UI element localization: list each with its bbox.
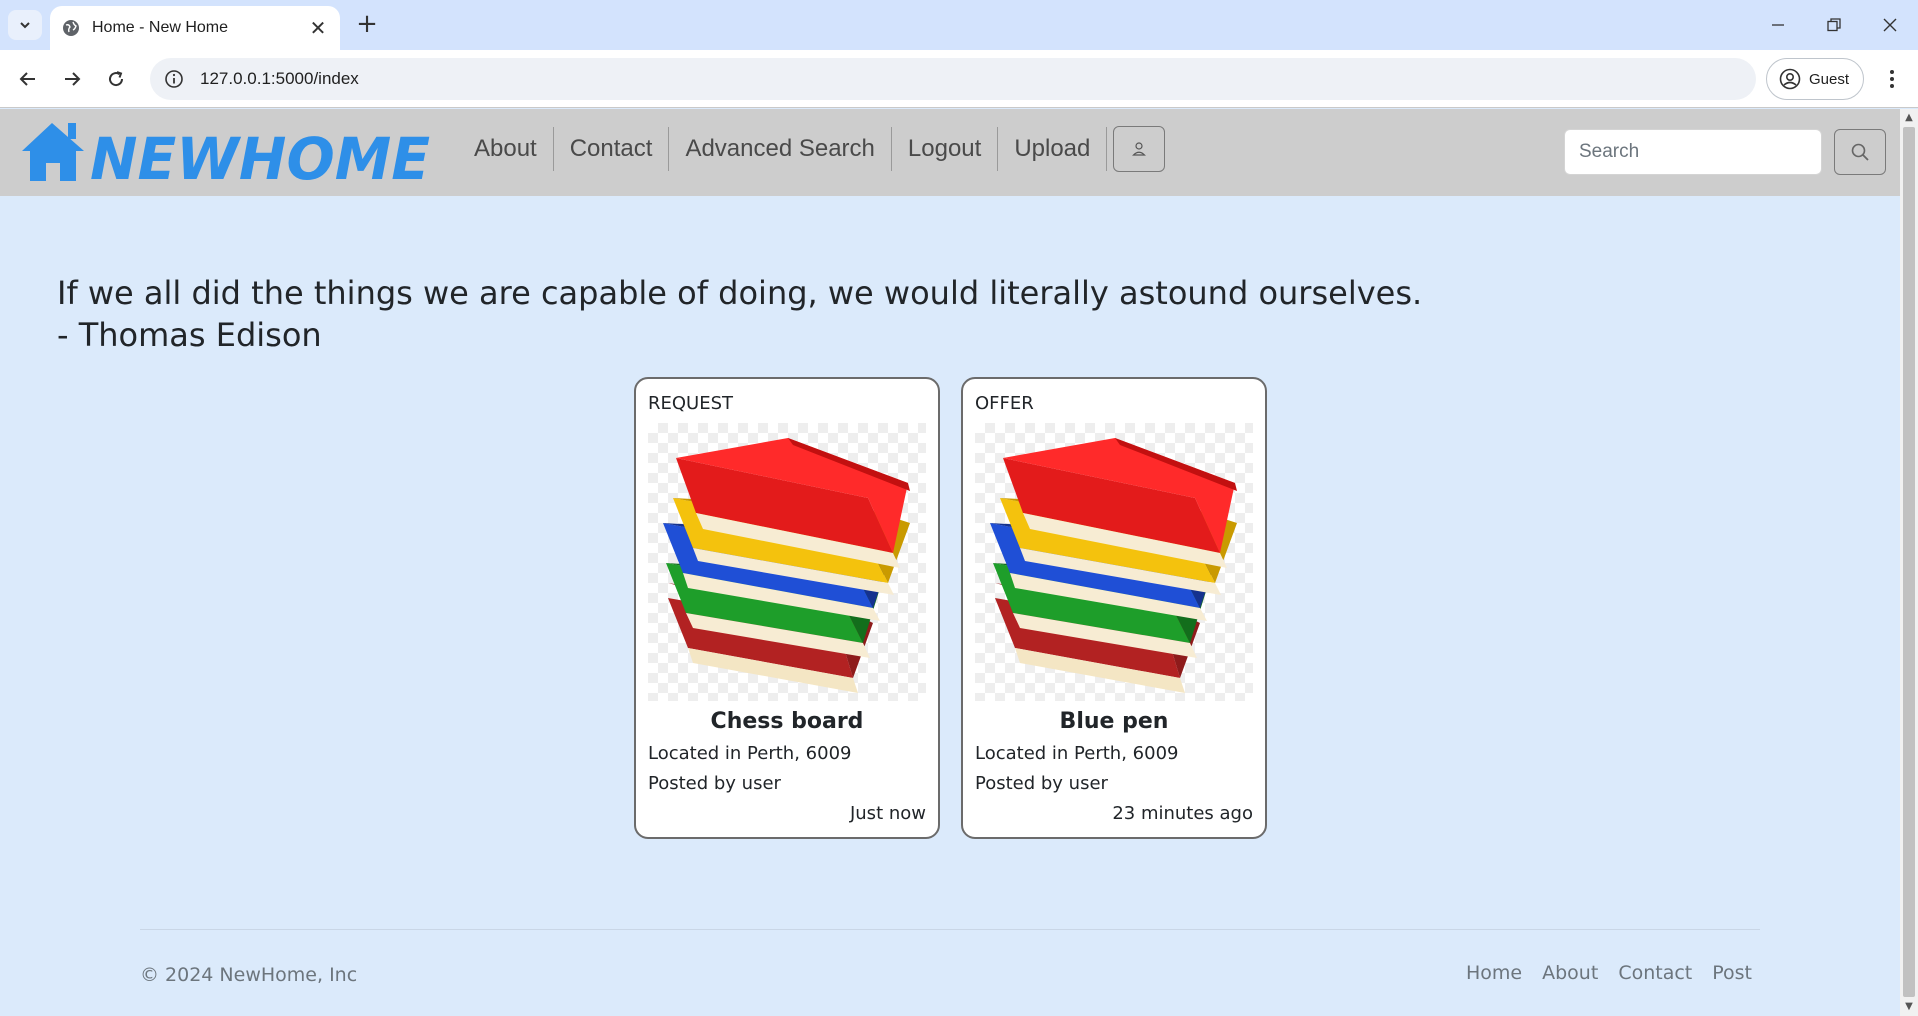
restore-icon (1827, 18, 1841, 32)
browser-toolbar: 127.0.0.1:5000/index Guest (0, 50, 1918, 108)
nav-logout[interactable]: Logout (892, 127, 999, 171)
profile-button-site[interactable] (1113, 126, 1166, 172)
house-icon (22, 123, 84, 181)
listing-type: REQUEST (648, 393, 734, 414)
listing-time: 23 minutes ago (1112, 803, 1253, 824)
listing-title: Chess board (710, 709, 864, 734)
inspirational-quote: If we all did the things we are capable … (57, 272, 1557, 356)
listing-card[interactable]: OFFER Blue pen Located in Perth, 6009 Po… (961, 377, 1267, 839)
minimize-icon (1772, 24, 1784, 26)
address-bar[interactable]: 127.0.0.1:5000/index (150, 58, 1756, 100)
forward-button[interactable] (56, 63, 88, 95)
nav-advanced-search[interactable]: Advanced Search (669, 127, 892, 171)
person-icon (1132, 142, 1147, 156)
close-icon (1883, 18, 1897, 32)
svg-text:NEWHOME: NEWHOME (90, 125, 430, 187)
tab-list-button[interactable] (8, 10, 42, 40)
minimize-button[interactable] (1758, 10, 1798, 40)
profile-button[interactable]: Guest (1766, 58, 1864, 100)
nav-about[interactable]: About (458, 127, 554, 171)
browser-tab[interactable]: Home - New Home ✕ (50, 6, 340, 50)
site-info-icon[interactable] (164, 69, 184, 89)
primary-nav: About Contact Advanced Search Logout Upl… (458, 126, 1166, 172)
listing-poster: Posted by user (975, 773, 1108, 794)
listing-poster: Posted by user (648, 773, 781, 794)
footer-link-home[interactable]: Home (1466, 962, 1522, 984)
tab-close-icon[interactable]: ✕ (308, 16, 328, 40)
back-button[interactable] (12, 63, 44, 95)
books-stack-icon (975, 423, 1253, 701)
search-button[interactable] (1834, 129, 1886, 175)
scroll-up-arrow-icon[interactable]: ▲ (1904, 113, 1914, 123)
url-text: 127.0.0.1:5000/index (200, 69, 359, 88)
globe-icon (63, 20, 79, 36)
footer-link-about[interactable]: About (1542, 962, 1598, 984)
new-tab-button[interactable]: + (354, 11, 380, 38)
quote-text: If we all did the things we are capable … (57, 274, 1423, 312)
page-scrollbar[interactable]: ▲ ▼ (1900, 109, 1918, 1016)
restore-button[interactable] (1814, 10, 1854, 40)
listing-card[interactable]: REQUEST Chess board Located in Perth, 60… (634, 377, 940, 839)
search-input[interactable] (1564, 129, 1822, 175)
footer-nav: Home About Contact Post (1466, 962, 1752, 984)
search-icon (1851, 143, 1869, 161)
footer-link-contact[interactable]: Contact (1618, 962, 1692, 984)
quote-author: - Thomas Edison (57, 316, 322, 354)
browser-menu-button[interactable] (1880, 63, 1904, 95)
footer-copyright: © 2024 NewHome, Inc (140, 964, 358, 986)
listing-type: OFFER (975, 393, 1034, 414)
scroll-thumb[interactable] (1903, 127, 1915, 997)
arrow-left-icon (19, 72, 35, 86)
footer-link-post[interactable]: Post (1712, 962, 1752, 984)
tab-title: Home - New Home (92, 19, 229, 36)
listing-location: Located in Perth, 6009 (648, 743, 852, 764)
reload-icon (109, 71, 124, 87)
newhome-logo[interactable]: NEWHOME (18, 117, 438, 187)
close-window-button[interactable] (1870, 10, 1910, 40)
chevron-down-icon (20, 22, 30, 29)
browser-tab-strip: Home - New Home ✕ + (0, 0, 1918, 50)
arrow-right-icon (65, 72, 81, 86)
site-navbar: NEWHOME About Contact Advanced Search Lo… (0, 109, 1900, 196)
more-vert-icon (1890, 70, 1894, 88)
scroll-down-arrow-icon[interactable]: ▼ (1904, 1002, 1914, 1012)
reload-button[interactable] (100, 63, 132, 95)
listing-time: Just now (849, 803, 926, 824)
listing-title: Blue pen (1059, 709, 1169, 734)
nav-upload[interactable]: Upload (998, 127, 1108, 171)
profile-label: Guest (1809, 70, 1850, 88)
books-stack-icon (648, 423, 926, 701)
account-circle-icon (1779, 68, 1801, 90)
nav-contact[interactable]: Contact (554, 127, 670, 171)
listing-location: Located in Perth, 6009 (975, 743, 1179, 764)
footer-divider (140, 929, 1760, 930)
